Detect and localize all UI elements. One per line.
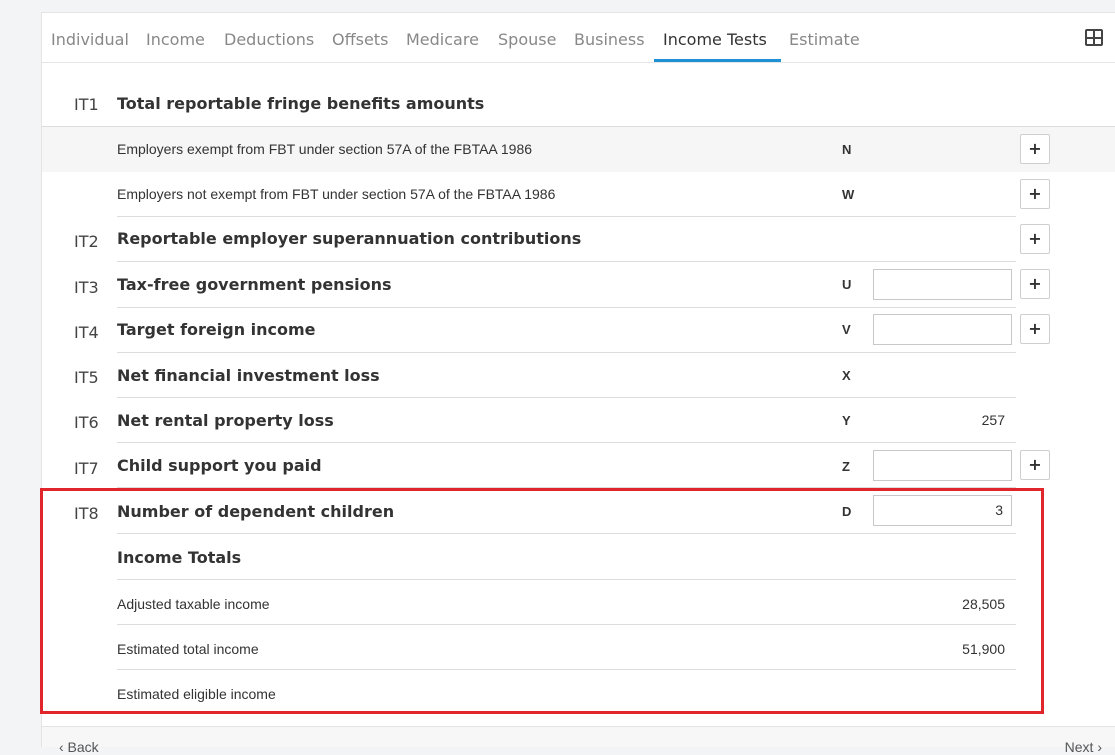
item-title-it6: Net rental property loss [117, 411, 334, 430]
it4-letter: V [842, 322, 851, 337]
it6-letter: Y [842, 413, 851, 428]
add-it1-w-button[interactable]: + [1020, 179, 1050, 209]
divider [117, 216, 1016, 217]
item-code-it3: IT3 [74, 278, 99, 297]
tab-income-tests[interactable]: Income Tests [663, 30, 767, 49]
item-code-it6: IT6 [74, 413, 99, 432]
tab-estimate[interactable]: Estimate [789, 30, 860, 49]
item-title-it5: Net financial investment loss [117, 366, 380, 385]
divider [117, 352, 1016, 353]
next-button[interactable]: Next › [1065, 739, 1102, 755]
item-code-it2: IT2 [74, 232, 99, 251]
grid-icon[interactable] [1085, 29, 1103, 46]
it1-w-letter: W [842, 187, 855, 202]
tab-income[interactable]: Income [146, 30, 205, 49]
highlight-box [40, 488, 1044, 714]
item-code-it4: IT4 [74, 323, 99, 342]
tab-individual[interactable]: Individual [51, 30, 129, 49]
it3-amount-field[interactable] [873, 269, 1012, 300]
it7-amount-field[interactable] [873, 450, 1012, 481]
item-title-it1: Total reportable fringe benefits amounts [117, 94, 485, 113]
it7-letter: Z [842, 459, 850, 474]
it3-letter: U [842, 277, 852, 292]
back-button[interactable]: ‹ Back [59, 739, 99, 755]
tab-deductions[interactable]: Deductions [224, 30, 314, 49]
it1-n-letter: N [842, 142, 852, 157]
add-it7-button[interactable]: + [1020, 450, 1050, 480]
active-tab-indicator [654, 59, 781, 62]
tab-bar: Individual Income Deductions Offsets Med… [42, 13, 1115, 63]
item-title-it7: Child support you paid [117, 456, 322, 475]
footer-bar: ‹ Back Next › [42, 726, 1115, 755]
tab-offsets[interactable]: Offsets [332, 30, 388, 49]
tab-medicare[interactable]: Medicare [406, 30, 479, 49]
add-it1-n-button[interactable]: + [1020, 134, 1050, 164]
tab-business[interactable]: Business [574, 30, 645, 49]
it6-value: 257 [981, 412, 1005, 428]
item-code-it7: IT7 [74, 459, 99, 478]
it1-w-label: Employers not exempt from FBT under sect… [117, 186, 556, 202]
it1-n-label: Employers exempt from FBT under section … [117, 141, 533, 157]
divider [117, 307, 1016, 308]
item-title-it2: Reportable employer superannuation contr… [117, 229, 582, 248]
tab-spouse[interactable]: Spouse [498, 30, 556, 49]
it5-letter: X [842, 368, 851, 383]
divider [117, 261, 1016, 262]
item-title-it4: Target foreign income [117, 320, 316, 339]
item-code-it5: IT5 [74, 368, 99, 387]
item-title-it3: Tax-free government pensions [117, 275, 392, 294]
it4-amount-field[interactable] [873, 314, 1012, 345]
item-code-it1: IT1 [74, 95, 99, 114]
add-it3-button[interactable]: + [1020, 269, 1050, 299]
add-it4-button[interactable]: + [1020, 314, 1050, 344]
divider [117, 397, 1016, 398]
divider [117, 442, 1016, 443]
add-it2-button[interactable]: + [1020, 224, 1050, 254]
